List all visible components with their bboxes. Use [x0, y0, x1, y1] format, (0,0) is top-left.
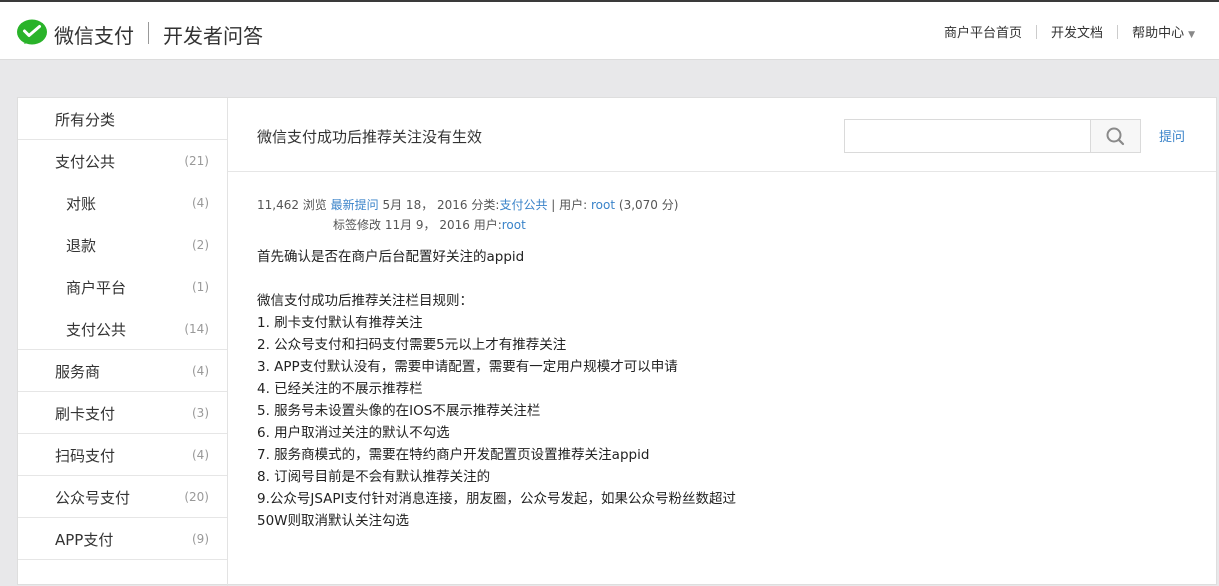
edit-info: 标签修改 11月 9， 2016 用户: [333, 218, 502, 232]
chevron-down-icon: ▼ [1188, 30, 1195, 40]
sidebar-item-qr-payment[interactable]: 扫码支付 (4) [18, 434, 227, 476]
sidebar-item-count: (2) [192, 238, 209, 252]
asker-points: (3,070 分) [618, 198, 679, 212]
latest-question-link[interactable]: 最新提问 [331, 198, 379, 212]
search-input[interactable] [845, 120, 1090, 152]
sidebar-item-service-provider[interactable]: 服务商 (4) [18, 350, 227, 392]
sidebar-item-refund[interactable]: 退款 (2) [18, 224, 227, 266]
sidebar-item-merchant-platform[interactable]: 商户平台 (1) [18, 266, 227, 308]
sidebar-item-count: (3) [192, 406, 209, 420]
sidebar-item-payment-common-sub[interactable]: 支付公共 (14) [18, 308, 227, 350]
search-button[interactable] [1090, 120, 1140, 152]
editor-link[interactable]: root [502, 218, 526, 232]
sidebar-item-label: 公众号支付 [55, 489, 131, 507]
brand-name[interactable]: 微信支付 [54, 20, 134, 49]
sidebar-item-count: (4) [192, 448, 209, 462]
sidebar-item-label: 扫码支付 [55, 447, 116, 465]
question-title: 微信支付成功后推荐关注没有生效 [257, 128, 483, 146]
question-meta: 11,462 浏览 最新提问 5月 18， 2016 分类:支付公共 | 用户:… [257, 195, 678, 235]
user-prefix: | 用户: [551, 198, 588, 212]
meta-row-edited: 标签修改 11月 9， 2016 用户:root [257, 215, 678, 235]
nav-merchant-home[interactable]: 商户平台首页 [930, 22, 1036, 41]
sidebar-item-count: (20) [184, 490, 209, 504]
sidebar-item-official-account-payment[interactable]: 公众号支付 (20) [18, 476, 227, 518]
nav-help-center-label: 帮助中心 [1132, 26, 1185, 41]
sidebar-item-payment-common[interactable]: 支付公共 (21) [18, 140, 227, 182]
sidebar-item-label: 所有分类 [55, 111, 116, 129]
wechat-pay-logo-icon[interactable] [16, 17, 48, 49]
question-header: 微信支付成功后推荐关注没有生效 提问 [228, 98, 1216, 172]
sidebar-item-count: (1) [192, 280, 209, 294]
sidebar-item-count: (14) [184, 322, 209, 336]
search-icon [1106, 127, 1125, 146]
search-box [844, 119, 1141, 153]
category-sidebar: 所有分类 支付公共 (21) 对账 (4) 退款 (2) 商户平台 (1) 支付公共 (1… [18, 98, 228, 586]
sidebar-item-label: 支付公共 [66, 321, 127, 339]
content-panel: 所有分类 支付公共 (21) 对账 (4) 退款 (2) 商户平台 (1) 支付公共 (1… [17, 97, 1217, 586]
sidebar-item-count: (4) [192, 364, 209, 378]
question-body: 首先确认是否在商户后台配置好关注的appid 微信支付成功后推荐关注栏目规则： … [257, 249, 737, 529]
sidebar-item-label: 退款 [66, 237, 97, 255]
nav-help-center[interactable]: 帮助中心 ▼ [1118, 22, 1209, 41]
site-title[interactable]: 开发者问答 [163, 20, 263, 49]
sidebar-item-label: APP支付 [55, 531, 114, 549]
category-prefix: 分类: [471, 198, 500, 212]
view-count: 11,462 浏览 [257, 198, 327, 212]
sidebar-item-reconciliation[interactable]: 对账 (4) [18, 182, 227, 224]
nav-dev-docs[interactable]: 开发文档 [1037, 22, 1117, 41]
asker-link[interactable]: root [591, 198, 615, 212]
brand-divider [148, 22, 149, 44]
sidebar-item-label: 对账 [66, 195, 97, 213]
top-nav: 商户平台首页 开发文档 帮助中心 ▼ [930, 22, 1209, 41]
ask-question-link[interactable]: 提问 [1159, 126, 1185, 145]
sidebar-item-count: (4) [192, 196, 209, 210]
site-header: 微信支付 开发者问答 商户平台首页 开发文档 帮助中心 ▼ [0, 4, 1219, 60]
sidebar-item-app-payment[interactable]: APP支付 (9) [18, 518, 227, 560]
sidebar-item-count: (9) [192, 532, 209, 546]
question-main: 微信支付成功后推荐关注没有生效 提问 11,462 浏览 最新提问 5月 18，… [228, 98, 1216, 586]
sidebar-item-label: 刷卡支付 [55, 405, 116, 423]
sidebar-item-label: 支付公共 [55, 153, 116, 171]
sidebar-item-all[interactable]: 所有分类 [18, 98, 227, 140]
category-link[interactable]: 支付公共 [499, 198, 547, 212]
sidebar-item-label: 服务商 [55, 363, 101, 381]
sidebar-item-label: 商户平台 [66, 279, 127, 297]
meta-row-asked: 11,462 浏览 最新提问 5月 18， 2016 分类:支付公共 | 用户:… [257, 195, 678, 215]
asked-date: 5月 18， 2016 [382, 198, 468, 212]
sidebar-item-count: (21) [184, 154, 209, 168]
sidebar-item-card-payment[interactable]: 刷卡支付 (3) [18, 392, 227, 434]
